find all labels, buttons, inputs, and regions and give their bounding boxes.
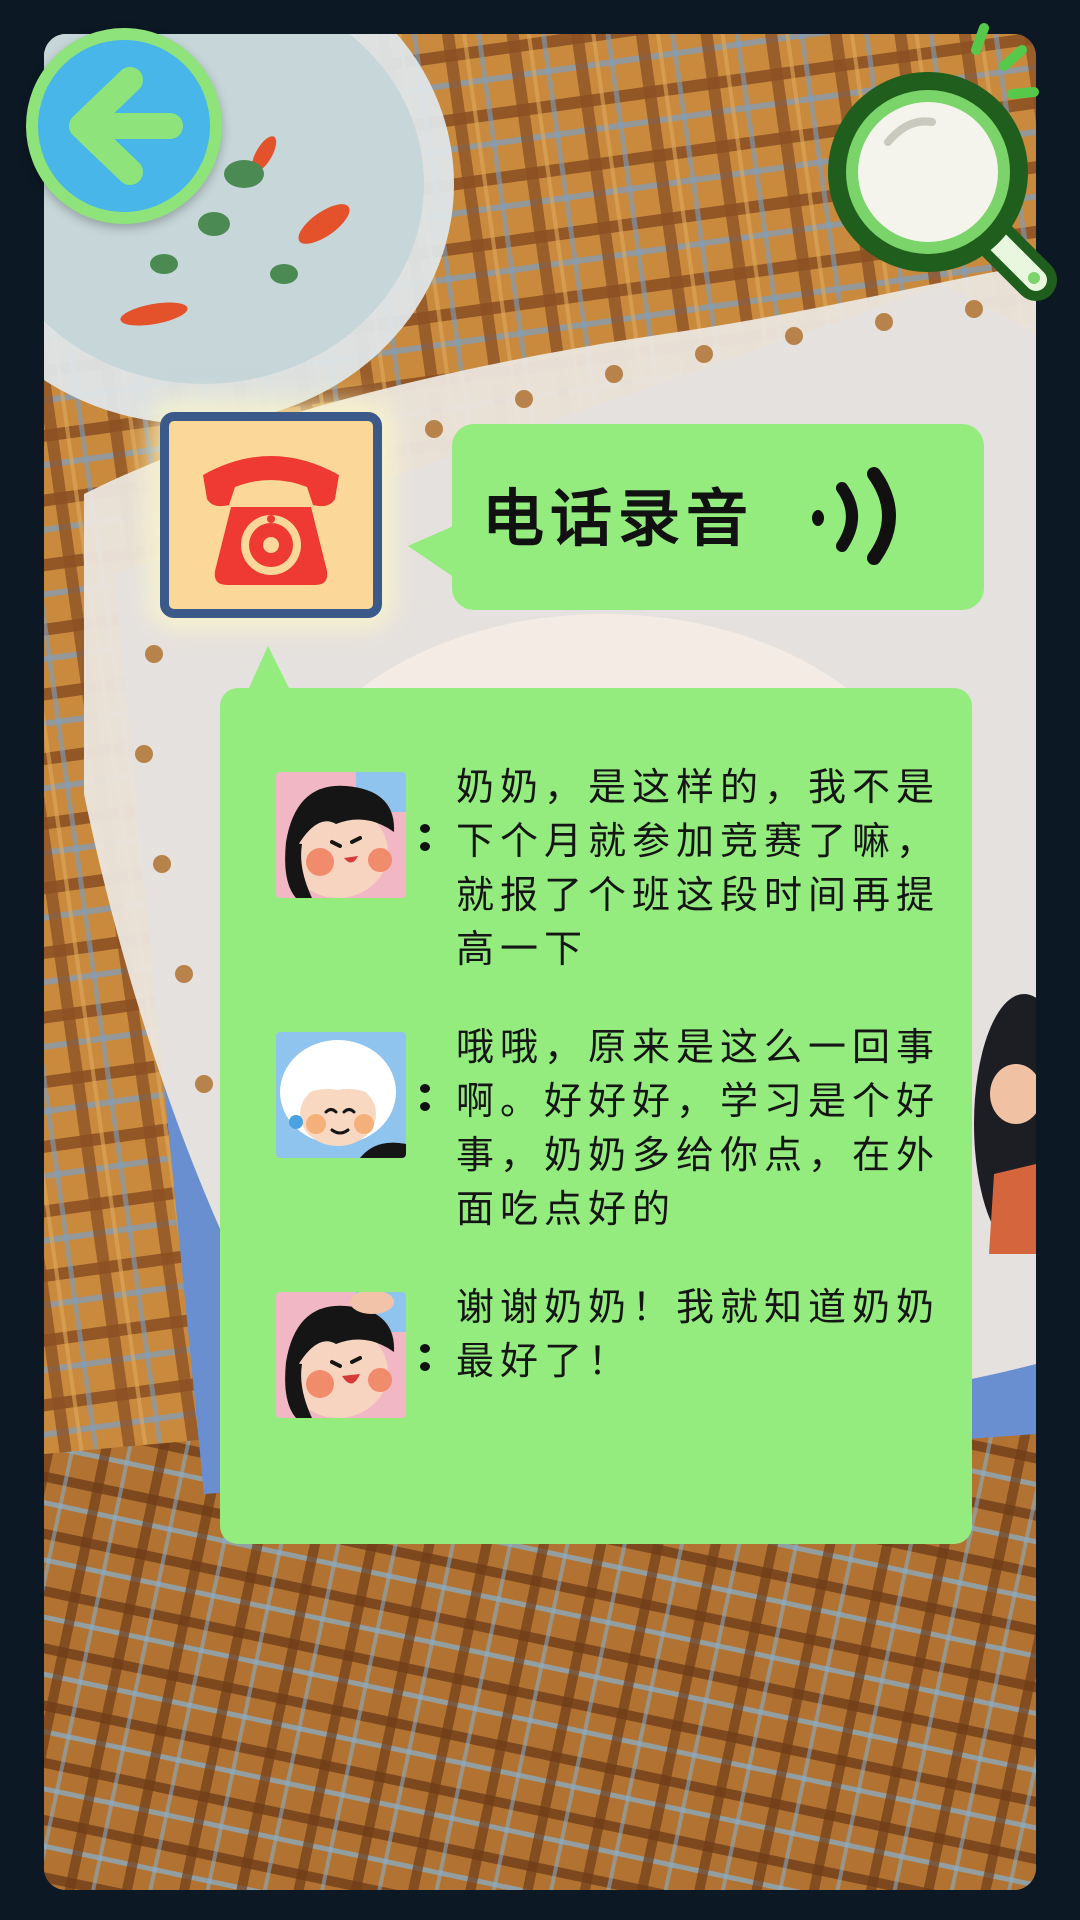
dialogue-entry: 哦哦，原来是这么一回事啊。好好好，学习是个好事，奶奶多给你点，在外面吃点好的	[276, 1020, 956, 1240]
telephone-tile	[160, 412, 382, 618]
dialogue-panel: 奶奶，是这样的，我不是下个月就参加竞赛了嘛，就报了个班这段时间再提高一下 哦哦，…	[220, 646, 972, 1544]
magnifier-button[interactable]	[808, 22, 1072, 302]
dialogue-text: 哦哦，原来是这么一回事啊。好好好，学习是个好事，奶奶多给你点，在外面吃点好的	[456, 1025, 941, 1231]
arrow-left-icon	[69, 67, 183, 185]
speaker-colon	[420, 1084, 430, 1114]
back-button[interactable]	[26, 28, 222, 224]
dialogue-entry: 奶奶，是这样的，我不是下个月就参加竞赛了嘛，就报了个班这段时间再提高一下	[276, 760, 956, 980]
recording-title: 电话录音	[482, 482, 755, 555]
sound-waves-icon	[812, 467, 896, 565]
speaker-colon	[420, 824, 430, 854]
speaker-colon	[420, 1344, 430, 1374]
dialogue-panel-tail	[248, 646, 290, 690]
telephone-icon	[203, 456, 339, 585]
girl-avatar	[276, 772, 406, 898]
dialogue-text: 谢谢奶奶！我就知道奶奶最好了！	[456, 1285, 941, 1383]
girl-avatar	[276, 1292, 406, 1418]
title-bubble: 电话录音	[408, 424, 984, 610]
title-bubble-tail	[408, 524, 458, 580]
dialogue-entry: 谢谢奶奶！我就知道奶奶最好了！	[276, 1280, 956, 1450]
grandma-avatar	[276, 1032, 406, 1158]
magnifier-icon	[828, 23, 1057, 301]
dialogue-text: 奶奶，是这样的，我不是下个月就参加竞赛了嘛，就报了个班这段时间再提高一下	[456, 765, 941, 971]
game-screen: 电话录音 奶奶，是这样的，我不是下个月就参加竞赛了嘛，就报了个班这段时间再提高一…	[0, 0, 1080, 1920]
